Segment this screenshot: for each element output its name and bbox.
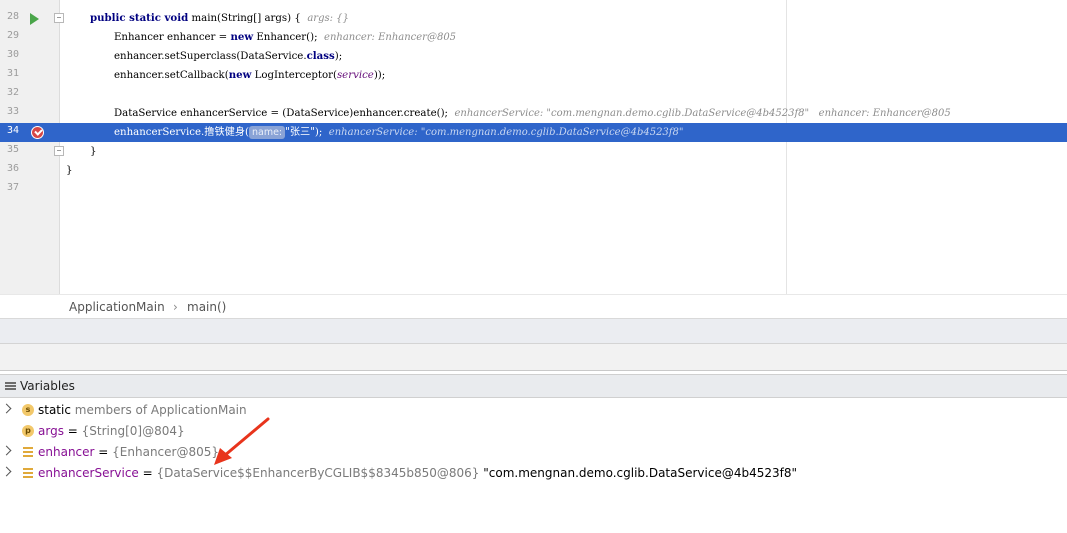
code-line[interactable]: 33 DataService enhancerService = (DataSe…: [0, 104, 1067, 123]
code-line[interactable]: 35 }: [0, 142, 1067, 161]
code-text: }: [66, 165, 73, 176]
field-icon: [23, 447, 33, 457]
code-text: Enhancer enhancer = new Enhancer(); enha…: [114, 31, 457, 43]
line-number: 32: [6, 87, 19, 98]
breadcrumb-item-method[interactable]: main(): [187, 300, 226, 314]
code-line[interactable]: 37: [0, 180, 1067, 199]
line-number: 29: [6, 30, 19, 41]
inline-value-hint: enhancerService: "com.mengnan.demo.cglib…: [454, 108, 951, 119]
line-number: 37: [6, 182, 19, 193]
debug-frames-bar: [0, 344, 1067, 371]
variables-title: Variables: [20, 379, 75, 393]
chevron-right-icon[interactable]: [1, 403, 12, 414]
current-execution-line[interactable]: 34 enhancerService.撸铁健身(name: "张三"); enha…: [0, 123, 1067, 142]
code-line[interactable]: 28 public static void main(String[] args…: [0, 9, 1067, 28]
code-line[interactable]: 32: [0, 85, 1067, 104]
field-icon: [23, 468, 33, 478]
code-line[interactable]: 31 enhancer.setCallback(new LogIntercept…: [0, 66, 1067, 85]
code-text: enhancer.setSuperclass(DataService.class…: [114, 50, 343, 62]
run-icon[interactable]: [30, 13, 39, 25]
breadcrumb: ApplicationMain › main(): [0, 294, 1067, 319]
code-text: }: [90, 146, 97, 157]
line-number: 33: [6, 106, 19, 117]
variable-row[interactable]: enhancerService = {DataService$$Enhancer…: [0, 463, 1067, 484]
static-badge-icon: s: [22, 404, 34, 416]
breadcrumb-separator: ›: [173, 300, 178, 314]
line-number: 34: [6, 125, 19, 136]
inline-value-hint: enhancer: Enhancer@805: [324, 32, 457, 43]
variables-tree[interactable]: s static members of ApplicationMain p ar…: [0, 399, 1067, 533]
fold-icon[interactable]: [54, 146, 64, 156]
code-text: public static void main(String[] args) {…: [90, 12, 349, 24]
fold-icon[interactable]: [54, 13, 64, 23]
code-editor[interactable]: 27 28 public static void main(String[] a…: [0, 0, 1067, 294]
line-number: 36: [6, 163, 19, 174]
variable-text: enhancerService = {DataService$$Enhancer…: [38, 466, 798, 480]
inline-value-hint: args: {}: [307, 13, 349, 24]
variable-text: enhancer = {Enhancer@805}: [38, 445, 219, 459]
code-line[interactable]: 36 }: [0, 161, 1067, 180]
variable-row[interactable]: s static members of ApplicationMain: [0, 400, 1067, 421]
variable-row[interactable]: p args = {String[0]@804}: [0, 421, 1067, 442]
breadcrumb-item-class[interactable]: ApplicationMain: [69, 300, 165, 314]
variable-row[interactable]: enhancer = {Enhancer@805}: [0, 442, 1067, 463]
parameter-badge-icon: p: [22, 425, 34, 437]
hamburger-icon[interactable]: [5, 382, 16, 384]
line-number: 35: [6, 144, 19, 155]
line-number: 28: [6, 11, 19, 22]
code-line[interactable]: 29 Enhancer enhancer = new Enhancer(); e…: [0, 28, 1067, 47]
code-text: enhancer.setCallback(new LogInterceptor(…: [114, 69, 386, 81]
annotation-arrow-icon: [214, 417, 270, 465]
code-line[interactable]: 27: [0, 0, 1067, 6]
parameter-name-hint: name:: [248, 126, 286, 139]
code-text: DataService enhancerService = (DataServi…: [114, 108, 951, 119]
code-text: enhancerService.撸铁健身(name: "张三"); enhance…: [114, 126, 684, 139]
chevron-right-icon[interactable]: [1, 445, 12, 456]
variable-text: static members of ApplicationMain: [38, 403, 247, 417]
code-line[interactable]: 30 enhancer.setSuperclass(DataService.cl…: [0, 47, 1067, 66]
debug-tool-bar: [0, 319, 1067, 344]
variable-text: args = {String[0]@804}: [38, 424, 185, 438]
variables-panel-header: Variables: [0, 374, 1067, 398]
inline-value-hint: enhancerService: "com.mengnan.demo.cglib…: [328, 127, 684, 138]
line-number: 31: [6, 68, 19, 79]
line-number: 30: [6, 49, 19, 60]
breakpoint-icon[interactable]: [31, 126, 44, 139]
chevron-right-icon[interactable]: [1, 466, 12, 477]
